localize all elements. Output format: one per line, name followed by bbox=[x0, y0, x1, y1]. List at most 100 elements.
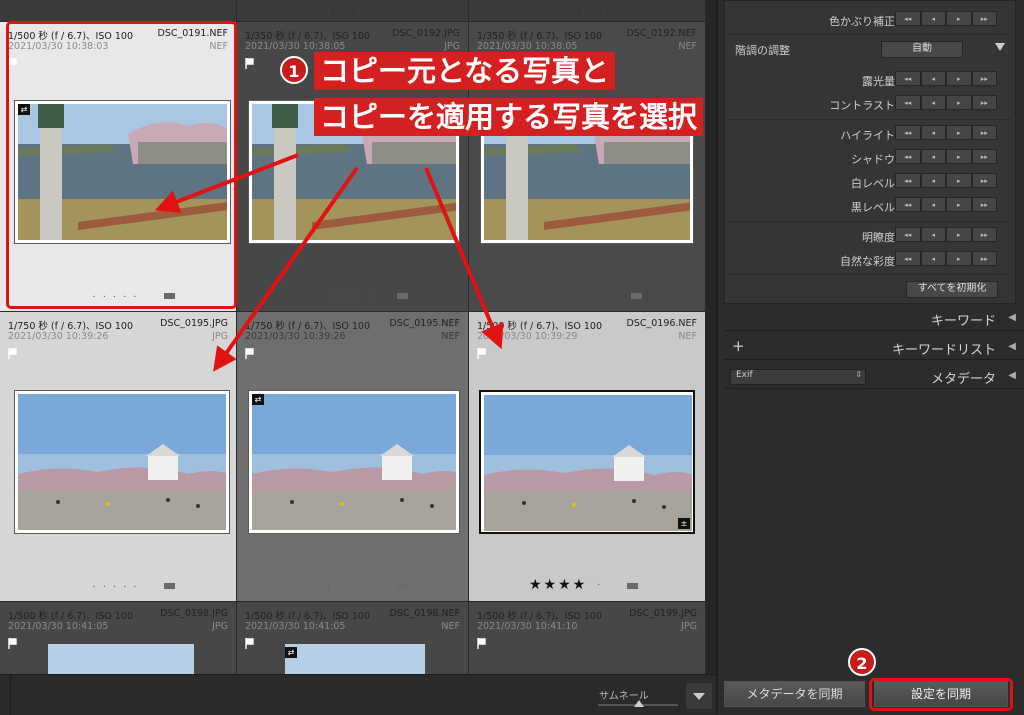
flag-icon[interactable] bbox=[245, 638, 254, 649]
step-up[interactable]: ▸ bbox=[946, 197, 972, 212]
step-large-up[interactable]: ▸▸ bbox=[971, 71, 997, 86]
metadata-section-header[interactable]: Exif ⇕ メタデータ ◀ bbox=[724, 364, 1024, 389]
grid-cell[interactable]: 1/500 秒 (f / 6.7)、ISO 100 DSC_0198.JPG 20… bbox=[0, 602, 237, 674]
step-up[interactable]: ▸ bbox=[946, 125, 972, 140]
collapse-triangle-icon[interactable]: ◀ bbox=[1008, 312, 1016, 323]
collapse-triangle-icon[interactable]: ◀ bbox=[1008, 341, 1016, 352]
step-large-down[interactable]: ◂◂ bbox=[895, 251, 921, 266]
metadata-preset-select[interactable]: Exif ⇕ bbox=[730, 369, 866, 385]
dots: ····· bbox=[92, 6, 144, 17]
grid-cell-partial[interactable]: ····· bbox=[469, 0, 706, 22]
flag-icon[interactable] bbox=[8, 348, 17, 359]
dots: ····· bbox=[561, 292, 613, 303]
flag-icon[interactable] bbox=[8, 638, 17, 649]
control-label: 露光量 bbox=[862, 75, 895, 88]
step-down[interactable]: ◂ bbox=[920, 71, 946, 86]
expand-triangle-icon[interactable] bbox=[995, 43, 1005, 51]
file-name: DSC_0198.NEF bbox=[389, 608, 461, 619]
step-large-up[interactable]: ▸▸ bbox=[971, 95, 997, 110]
reset-all-button[interactable]: すべてを初期化 bbox=[906, 281, 998, 298]
adjust-stepper[interactable]: ◂◂ ◂ ▸ ▸▸ bbox=[895, 95, 997, 110]
plus-icon[interactable]: + bbox=[732, 337, 745, 355]
flag-icon[interactable] bbox=[245, 58, 254, 69]
adjust-stepper[interactable]: ◂◂ ◂ ▸ ▸▸ bbox=[895, 149, 997, 164]
toolbar-menu-button[interactable] bbox=[686, 683, 712, 709]
grid-cell-partial[interactable]: ····· bbox=[0, 0, 237, 22]
rating-stars[interactable]: ★★★★ bbox=[529, 577, 587, 593]
step-down[interactable]: ◂ bbox=[920, 227, 946, 242]
thumbnail-photo[interactable]: ⇄ bbox=[248, 390, 460, 534]
step-large-down[interactable]: ◂◂ bbox=[895, 173, 921, 188]
step-down[interactable]: ◂ bbox=[920, 173, 946, 188]
step-large-up[interactable]: ▸▸ bbox=[971, 125, 997, 140]
flag-icon[interactable] bbox=[477, 348, 486, 359]
adjust-stepper[interactable]: ◂◂ ◂ ▸ ▸▸ bbox=[895, 227, 997, 242]
thumbnail-photo[interactable]: ⇄ bbox=[285, 644, 425, 674]
step-large-up[interactable]: ▸▸ bbox=[971, 173, 997, 188]
tone-auto-button[interactable]: 自動 bbox=[881, 41, 963, 58]
adjust-stepper[interactable]: ◂◂ ◂ ▸ ▸▸ bbox=[895, 125, 997, 140]
file-ext: JPG bbox=[212, 621, 228, 632]
step-large-down[interactable]: ◂◂ bbox=[895, 227, 921, 242]
step-up[interactable]: ▸ bbox=[946, 95, 972, 110]
adjust-stepper[interactable]: ◂◂ ◂ ▸ ▸▸ bbox=[895, 251, 997, 266]
adjust-stepper[interactable]: ◂◂ ◂ ▸ ▸▸ bbox=[895, 173, 997, 188]
grid-cell[interactable]: 1/750 秒 (f / 6.7)、ISO 100 DSC_0195.NEF 20… bbox=[237, 312, 469, 602]
step-large-up[interactable]: ▸▸ bbox=[971, 251, 997, 266]
metadata-preset-value: Exif bbox=[736, 370, 753, 380]
grid-cell[interactable]: 1/500 秒 (f / 6.7)、ISO 100 DSC_0199.JPG 20… bbox=[469, 602, 706, 674]
cell-meta-line2: 2021/03/30 10:38:05 NEF bbox=[477, 41, 697, 52]
step-down[interactable]: ◂ bbox=[920, 125, 946, 140]
step-large-down[interactable]: ◂◂ bbox=[895, 197, 921, 212]
cell-meta-line1: 1/750 秒 (f / 6.7)、ISO 100 DSC_0195.JPG bbox=[8, 318, 228, 332]
capture-date: 2021/03/30 10:41:05 bbox=[8, 621, 109, 632]
step-large-down[interactable]: ◂◂ bbox=[895, 95, 921, 110]
control-label: シャドウ bbox=[851, 153, 895, 166]
step-up[interactable]: ▸ bbox=[946, 71, 972, 86]
step-large-up[interactable]: ▸▸ bbox=[971, 11, 997, 26]
grid-scrollbar[interactable] bbox=[706, 0, 716, 674]
step-large-down[interactable]: ◂◂ bbox=[895, 149, 921, 164]
control-label: コントラスト bbox=[829, 99, 895, 112]
grid-cell[interactable]: 1/500 秒 (f / 6.7)、ISO 100 DSC_0198.NEF 20… bbox=[237, 602, 469, 674]
keyword-list-section-header[interactable]: + キーワードリスト ◀ bbox=[724, 335, 1024, 360]
flag-icon[interactable] bbox=[477, 638, 486, 649]
grid-cell-partial[interactable]: ····· bbox=[237, 0, 469, 22]
step-large-up[interactable]: ▸▸ bbox=[971, 149, 997, 164]
adjust-stepper[interactable]: ◂◂ ◂ ▸ ▸▸ bbox=[895, 197, 997, 212]
step-down[interactable]: ◂ bbox=[920, 251, 946, 266]
flag-icon[interactable] bbox=[245, 348, 254, 359]
cell-meta-line2: 2021/03/30 10:41:05 NEF bbox=[245, 621, 460, 632]
grid-cell[interactable]: 1/750 秒 (f / 6.7)、ISO 100 DSC_0195.JPG 20… bbox=[0, 312, 237, 602]
step-large-down[interactable]: ◂◂ bbox=[895, 71, 921, 86]
control-label: 自然な彩度 bbox=[840, 255, 895, 268]
badge-icon bbox=[631, 293, 642, 299]
step-large-up[interactable]: ▸▸ bbox=[971, 197, 997, 212]
step-up[interactable]: ▸ bbox=[946, 227, 972, 242]
thumbnail-photo[interactable]: ± bbox=[479, 390, 695, 534]
grid-cell[interactable]: 1/500 秒 (f / 6.7)、ISO 100 DSC_0196.NEF 20… bbox=[469, 312, 706, 602]
thumbnail-photo[interactable] bbox=[14, 390, 230, 534]
step-large-down[interactable]: ◂◂ bbox=[895, 11, 921, 26]
step-down[interactable]: ◂ bbox=[920, 95, 946, 110]
thumbnail-photo[interactable] bbox=[48, 644, 194, 674]
step-down[interactable]: ◂ bbox=[920, 11, 946, 26]
slider-thumb[interactable] bbox=[634, 700, 644, 707]
sync-metadata-button[interactable]: メタデータを同期 bbox=[724, 681, 865, 707]
step-down[interactable]: ◂ bbox=[920, 197, 946, 212]
thumbnail-size-slider[interactable] bbox=[598, 700, 678, 707]
keyword-section-header[interactable]: キーワード ◀ bbox=[724, 306, 1024, 331]
step-up[interactable]: ▸ bbox=[946, 149, 972, 164]
section-title: キーワードリスト bbox=[891, 343, 996, 358]
step-up[interactable]: ▸ bbox=[946, 173, 972, 188]
collapse-triangle-icon[interactable]: ◀ bbox=[1008, 370, 1016, 381]
step-down[interactable]: ◂ bbox=[920, 149, 946, 164]
cell-meta-line1: 1/500 秒 (f / 6.7)、ISO 100 DSC_0196.NEF bbox=[477, 318, 697, 332]
step-large-up[interactable]: ▸▸ bbox=[971, 227, 997, 242]
capture-date: 2021/03/30 10:38:05 bbox=[245, 41, 346, 52]
adjust-stepper[interactable]: ◂◂ ◂ ▸ ▸▸ bbox=[895, 71, 997, 86]
step-large-down[interactable]: ◂◂ bbox=[895, 125, 921, 140]
adjust-stepper[interactable]: ◂◂ ◂ ▸ ▸▸ bbox=[895, 11, 997, 26]
step-up[interactable]: ▸ bbox=[946, 11, 972, 26]
step-up[interactable]: ▸ bbox=[946, 251, 972, 266]
